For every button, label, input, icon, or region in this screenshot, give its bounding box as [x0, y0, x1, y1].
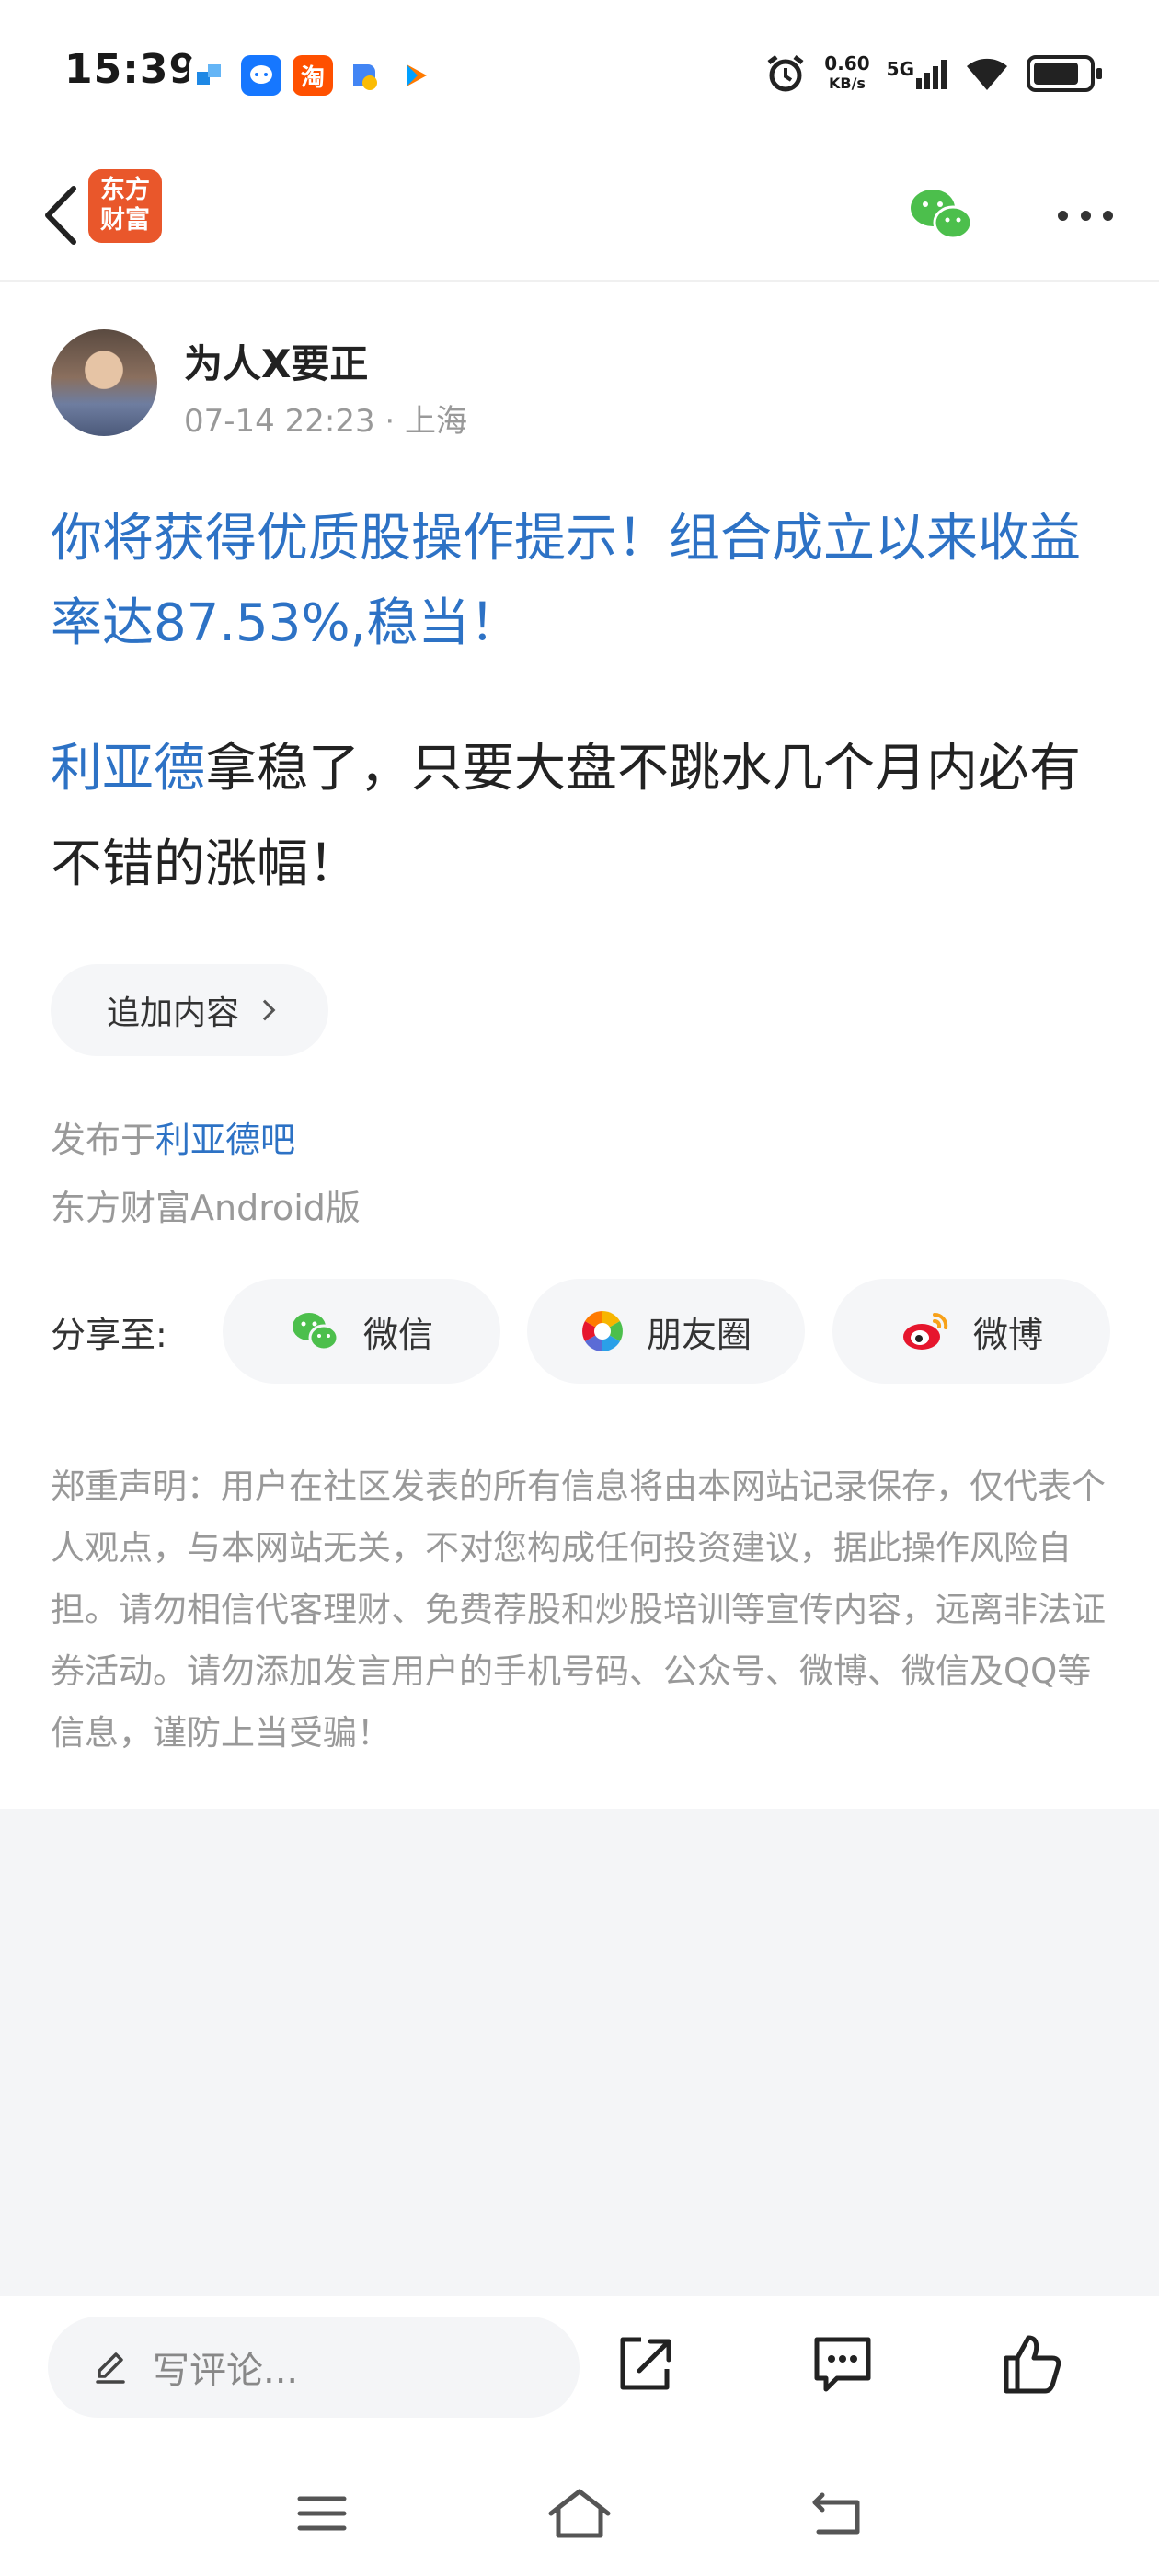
comment-button[interactable] — [806, 2328, 879, 2401]
wechat-icon — [911, 190, 973, 240]
append-content-button[interactable]: 追加内容 — [51, 964, 328, 1056]
battery-icon — [1027, 55, 1102, 92]
share-out-icon — [620, 2337, 671, 2390]
doc-app-icon — [344, 55, 384, 96]
weibo-icon — [902, 1312, 948, 1350]
system-nav-bar — [0, 2444, 1159, 2576]
moments-icon — [582, 1311, 623, 1351]
post-body: 利亚德拿稳了，只要大盘不跳水几个月内必有不错的涨幅！ — [51, 721, 1118, 913]
comment-placeholder: 写评论... — [153, 2350, 299, 2392]
comments-area — [0, 1809, 1159, 2296]
nav-back-button[interactable] — [800, 2477, 874, 2550]
status-time: 15:39 — [64, 46, 199, 93]
cell-signal-icon: 5G — [887, 58, 947, 89]
avatar[interactable] — [51, 329, 157, 436]
logo-text-line1: 东方 — [100, 176, 150, 204]
system-icons: 0.60 KB/s 5G — [763, 52, 1102, 96]
nav-recents-button[interactable] — [285, 2477, 359, 2550]
like-button[interactable] — [995, 2328, 1069, 2401]
share-weibo-label: 微博 — [972, 1314, 1043, 1355]
share-label: 分享至: — [51, 1315, 167, 1355]
published-in: 发布于利亚德吧 — [51, 1111, 295, 1162]
comment-icon — [814, 2337, 871, 2392]
chevron-left-icon — [45, 186, 76, 245]
status-bar: 15:39 淘 0.60 KB/s 5G — [0, 0, 1159, 156]
more-dot-icon — [1080, 210, 1091, 221]
forward-button[interactable] — [609, 2328, 683, 2401]
bottom-action-bar: 写评论... — [0, 2296, 1159, 2444]
share-moments-button[interactable]: 朋友圈 — [527, 1279, 805, 1384]
more-dot-icon — [1058, 210, 1068, 221]
logo-text-line2: 财富 — [100, 206, 150, 235]
nav-home-button[interactable] — [543, 2477, 616, 2550]
wechat-share-top-button[interactable] — [905, 178, 979, 252]
notification-icons: 淘 — [189, 55, 436, 96]
stock-link[interactable]: 利亚德 — [51, 739, 205, 799]
back-button[interactable] — [24, 178, 98, 252]
alarm-icon — [767, 55, 804, 92]
append-content-label: 追加内容 — [106, 995, 239, 1032]
share-wechat-label: 微信 — [362, 1314, 433, 1355]
disclaimer-text: 郑重声明：用户在社区发表的所有信息将由本网站记录保存，仅代表个人观点，与本网站无… — [51, 1466, 1106, 1753]
post-meta: 07-14 22:23 · 上海 — [184, 396, 467, 441]
net-speed: 0.60 KB/s — [824, 52, 870, 92]
menu-icon — [297, 2496, 347, 2531]
return-icon — [812, 2492, 860, 2535]
post-body-text: 拿稳了，只要大盘不跳水几个月内必有不错的涨幅！ — [51, 739, 1081, 894]
share-wechat-button[interactable]: 微信 — [223, 1279, 500, 1384]
client-source: 东方财富Android版 — [51, 1188, 361, 1228]
chevron-right-icon — [254, 999, 276, 1021]
wechat-icon — [292, 1313, 339, 1351]
wifi-icon — [967, 58, 1007, 90]
comment-input[interactable]: 写评论... — [48, 2317, 580, 2418]
chat-app-icon — [241, 55, 281, 96]
home-icon — [548, 2489, 611, 2538]
post-location: 上海 — [405, 403, 468, 440]
pencil-icon — [96, 2352, 125, 2384]
thumbs-up-icon — [1004, 2335, 1061, 2394]
stock-bar-link[interactable]: 利亚德吧 — [155, 1120, 295, 1160]
more-dot-icon — [1103, 210, 1113, 221]
share-row: 分享至: 微信 朋友圈 微博 — [51, 1279, 1110, 1384]
blue-app-icon — [189, 55, 230, 96]
taobao-icon: 淘 — [293, 55, 333, 96]
author-block: 为人X要正 07-14 22:23 · 上海 — [51, 329, 1108, 440]
author-name[interactable]: 为人X要正 — [184, 333, 368, 389]
post-timestamp: 07-14 22:23 — [184, 403, 375, 440]
post-title-link[interactable]: 你将获得优质股操作提示！组合成立以来收益率达87.53%,稳当！ — [51, 497, 1118, 666]
published-prefix: 发布于 — [51, 1120, 156, 1160]
app-logo[interactable]: 东方 财富 — [88, 169, 162, 243]
video-app-icon — [396, 55, 436, 96]
more-options-button[interactable] — [1049, 188, 1122, 243]
share-weibo-button[interactable]: 微博 — [832, 1279, 1110, 1384]
app-header: 东方 财富 — [0, 156, 1159, 282]
meta-separator: · — [384, 403, 396, 440]
share-moments-label: 朋友圈 — [646, 1314, 752, 1355]
